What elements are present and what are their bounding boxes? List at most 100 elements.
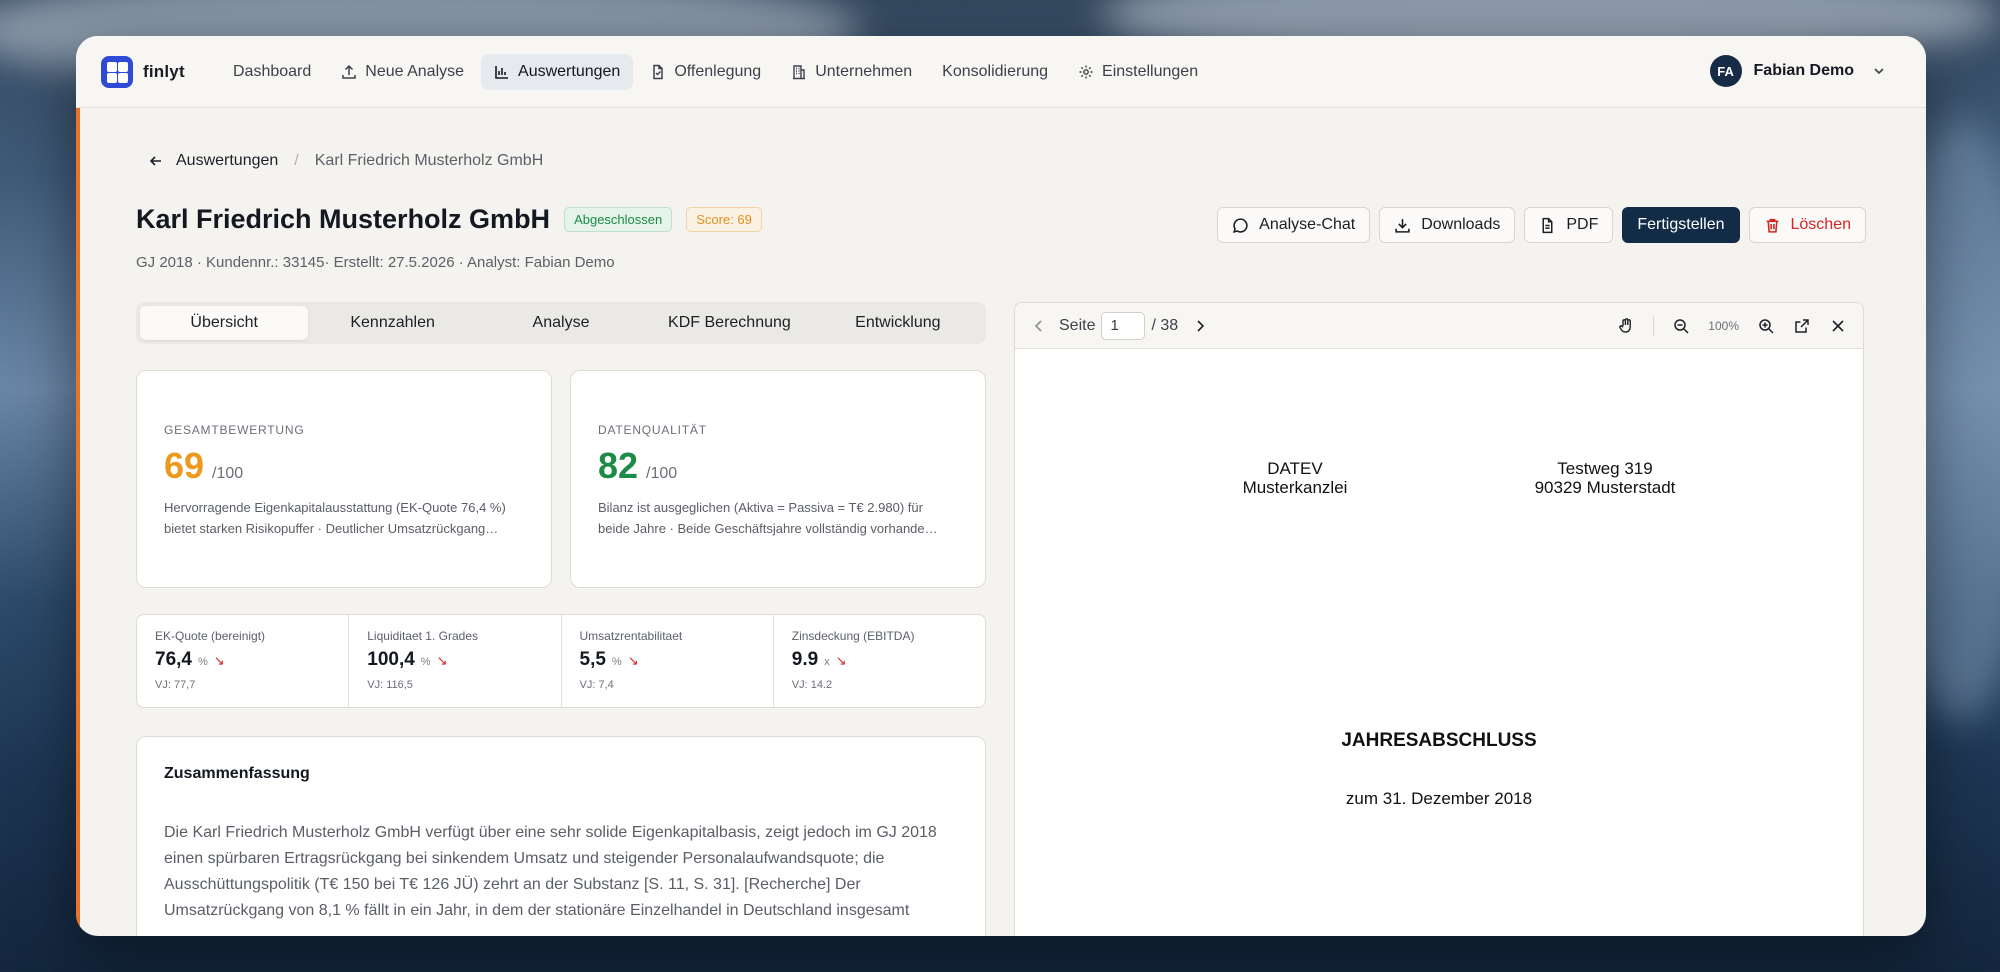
doc-sender: DATEV Musterkanzlei <box>1195 459 1395 497</box>
window-accent-edge <box>76 36 80 936</box>
summary-text: Die Karl Friedrich Musterholz GmbH verfü… <box>164 824 937 919</box>
nav-item-unternehmen[interactable]: Unternehmen <box>778 54 925 90</box>
tab-bar: Übersicht Kennzahlen Analyse KDF Berechn… <box>136 302 986 344</box>
user-menu[interactable]: FA Fabian Demo <box>1709 55 1886 87</box>
back-link-label: Auswertungen <box>176 152 279 169</box>
overall-score-value: 69 /100 <box>164 445 524 487</box>
gear-icon <box>1079 65 1093 79</box>
kpi-previous-year: VJ: 14.2 <box>791 679 833 691</box>
breadcrumb-current: Karl Friedrich Musterholz GmbH <box>314 152 544 169</box>
summary-title: Zusammenfassung <box>164 765 310 782</box>
kpi-unit: % <box>197 656 208 668</box>
nav-label: Einstellungen <box>1102 63 1199 80</box>
nav-item-auswertungen[interactable]: Auswertungen <box>481 54 634 90</box>
nav-item-dashboard[interactable]: Dashboard <box>220 54 324 90</box>
kpi-value: 9.9 <box>791 649 819 670</box>
close-icon[interactable] <box>1829 317 1847 335</box>
chevron-right-icon[interactable] <box>1192 318 1208 334</box>
data-quality-text: Bilanz ist ausgeglichen (Aktiva = Passiv… <box>598 500 938 536</box>
tab-kdf-berechnung[interactable]: KDF Berechnung <box>645 306 813 340</box>
pdf-viewer: Seite 1 / 38 100% DATEV Musterkanzlei Te… <box>1014 302 1864 936</box>
doc-sender-line2: Musterkanzlei <box>1242 478 1348 497</box>
chat-bubble-icon <box>1233 217 1248 233</box>
top-navigation: finlyt Dashboard Neue Analyse Auswertung… <box>76 36 1926 108</box>
doc-date: zum 31. Dezember 2018 <box>1345 789 1533 808</box>
toolbar-divider <box>1653 315 1655 336</box>
zoom-out-icon[interactable] <box>1672 317 1690 335</box>
kpi-label: Zinsdeckung (EBITDA) <box>791 629 915 643</box>
kpi-value: 100,4 <box>367 649 415 670</box>
back-link[interactable]: Auswertungen <box>148 152 278 170</box>
app-window: finlyt Dashboard Neue Analyse Auswertung… <box>76 36 1926 936</box>
external-link-icon[interactable] <box>1793 317 1811 335</box>
trend-down-icon: ↘ <box>835 653 847 668</box>
logo-icon <box>101 56 133 88</box>
kpi-label: EK-Quote (bereinigt) <box>155 629 266 643</box>
trend-down-icon: ↘ <box>436 653 448 668</box>
kpi-previous-year: VJ: 77,7 <box>155 679 196 691</box>
kpi-ek-quote: EK-Quote (bereinigt) 76,4% ↘ VJ: 77,7 <box>137 615 350 707</box>
kpi-value: 5,5 <box>579 649 606 670</box>
data-quality-max: /100 <box>646 465 678 482</box>
score-badge: Score: 69 <box>686 207 762 232</box>
overall-score-max: /100 <box>212 465 244 482</box>
zoom-in-icon[interactable] <box>1757 317 1775 335</box>
button-label: Fertigstellen <box>1637 216 1725 233</box>
nav-item-neue-analyse[interactable]: Neue Analyse <box>328 54 477 90</box>
file-text-icon <box>1542 217 1553 233</box>
upload-icon <box>342 64 357 79</box>
kpi-previous-year: VJ: 7,4 <box>579 679 614 691</box>
nav-label: Auswertungen <box>518 63 621 80</box>
user-name: Fabian Demo <box>1753 62 1854 79</box>
logo[interactable]: finlyt <box>101 56 185 88</box>
viewer-toolbar: Seite 1 / 38 100% <box>1015 303 1863 349</box>
kpi-liquiditaet: Liquiditaet 1. Grades 100,4% ↘ VJ: 116,5 <box>349 615 562 707</box>
kpi-unit: x <box>824 656 830 668</box>
data-quality-number: 82 <box>598 445 639 486</box>
kpi-unit: % <box>420 656 431 668</box>
logo-text: finlyt <box>143 62 185 81</box>
tab-entwicklung[interactable]: Entwicklung <box>814 306 982 340</box>
button-label: PDF <box>1566 216 1599 233</box>
nav-label: Unternehmen <box>815 63 913 80</box>
data-quality-label: DATENQUALITÄT <box>598 423 707 437</box>
chevron-down-icon <box>1874 68 1884 75</box>
tab-analyse[interactable]: Analyse <box>477 306 645 340</box>
overall-score-label: GESAMTBEWERTUNG <box>164 423 305 437</box>
summary-card: Zusammenfassung Die Karl Friedrich Muste… <box>136 736 986 936</box>
button-label: Analyse-Chat <box>1259 216 1356 233</box>
hand-pan-icon[interactable] <box>1617 317 1635 335</box>
tab-kennzahlen[interactable]: Kennzahlen <box>308 306 476 340</box>
doc-address-line1: Testweg 319 <box>1557 459 1653 478</box>
trash-icon <box>1766 218 1778 233</box>
page-subtitle: GJ 2018 · Kundennr.: 33145· Erstellt: 27… <box>136 254 615 271</box>
analyse-chat-button[interactable]: Analyse-Chat <box>1217 207 1371 243</box>
nav-item-offenlegung[interactable]: Offenlegung <box>637 54 774 90</box>
page-number-input[interactable]: 1 <box>1101 311 1146 340</box>
viewer-tools: 100% <box>1617 315 1847 336</box>
overall-score-card: GESAMTBEWERTUNG 69 /100 Hervorragende Ei… <box>136 370 552 588</box>
breadcrumb: Auswertungen / Karl Friedrich Musterholz… <box>148 152 543 170</box>
chevron-left-icon[interactable] <box>1031 318 1047 334</box>
button-label: Löschen <box>1790 216 1852 233</box>
doc-address-line2: 90329 Musterstadt <box>1534 478 1676 497</box>
kpi-zinsdeckung: Zinsdeckung (EBITDA) 9.9 x ↘ VJ: 14.2 <box>774 615 985 707</box>
page-title: Karl Friedrich Musterholz GmbH <box>136 204 551 234</box>
download-icon <box>1395 218 1410 233</box>
nav-item-einstellungen[interactable]: Einstellungen <box>1065 54 1211 90</box>
nav-item-konsolidierung[interactable]: Konsolidierung <box>929 54 1061 90</box>
doc-address: Testweg 319 90329 Musterstadt <box>1505 459 1705 497</box>
fertigstellen-button[interactable]: Fertigstellen <box>1622 207 1740 243</box>
title-row: Karl Friedrich Musterholz GmbH Abgeschlo… <box>136 204 762 235</box>
action-buttons: Analyse-Chat Downloads PDF Fertigstellen… <box>1217 207 1866 243</box>
delete-button[interactable]: Löschen <box>1748 207 1866 243</box>
nav-label: Dashboard <box>233 63 312 80</box>
nav-label: Neue Analyse <box>365 63 465 80</box>
avatar: FA <box>1709 55 1742 87</box>
downloads-button[interactable]: Downloads <box>1379 207 1516 243</box>
pdf-button[interactable]: PDF <box>1524 207 1614 243</box>
main-nav: Dashboard Neue Analyse Auswertungen Offe… <box>220 54 1211 90</box>
tab-uebersicht[interactable]: Übersicht <box>140 306 309 340</box>
building-icon <box>793 65 806 80</box>
status-badge: Abgeschlossen <box>564 207 673 232</box>
